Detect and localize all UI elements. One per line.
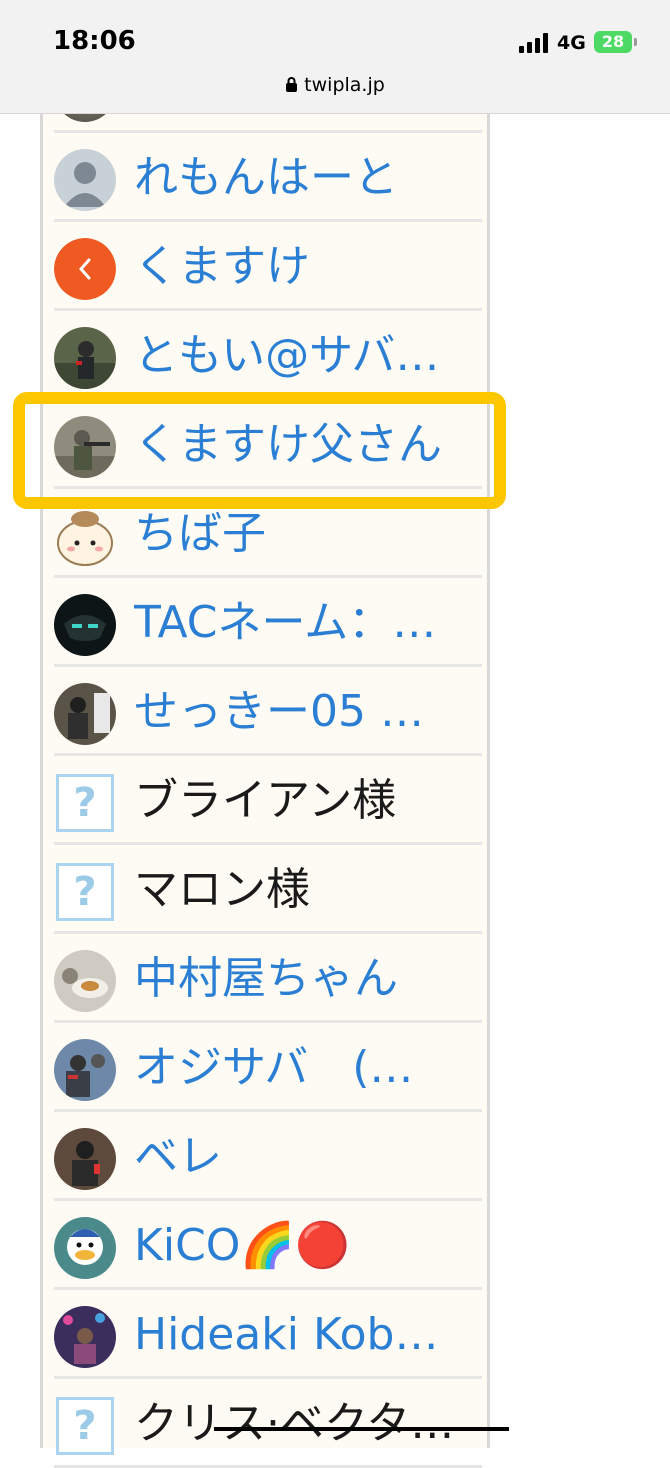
url-text: twipla.jp	[304, 74, 385, 96]
battery-icon: 28	[594, 31, 632, 53]
list-item[interactable]: KiCO🌈🔴	[54, 1201, 482, 1290]
avatar	[54, 327, 116, 389]
list-item[interactable]: Hideaki Kob…	[54, 1290, 482, 1379]
list-item[interactable]: オジサバ (…	[54, 1023, 482, 1112]
unknown-question-icon: ?	[56, 863, 114, 921]
participant-name[interactable]: 中村屋ちゃん	[134, 948, 474, 1010]
participant-name[interactable]: ともい@サバ…	[134, 325, 474, 387]
lock-icon	[286, 77, 298, 92]
avatar	[54, 950, 116, 1012]
avatar	[54, 1306, 116, 1368]
participant-name[interactable]: KiCO🌈🔴	[134, 1215, 474, 1277]
participant-name: マロン様	[134, 864, 310, 915]
participant-name: クリス·ベクタ…	[134, 1398, 455, 1449]
avatar	[54, 1128, 116, 1190]
list-item[interactable]: くますけ	[54, 222, 482, 311]
participant-name[interactable]: くますけ	[134, 236, 474, 298]
unknown-question-icon: ?	[56, 1397, 114, 1455]
list-item[interactable]: ? マロン様	[54, 845, 482, 934]
strikethrough-line	[214, 1427, 509, 1431]
url-bar[interactable]: twipla.jp	[0, 74, 670, 96]
list-item[interactable]: ? ブライアン様	[54, 756, 482, 845]
clock: 18:06	[53, 26, 136, 56]
battery-cap	[634, 38, 637, 46]
participant-name: ブライアン様	[134, 775, 397, 826]
participant-name[interactable]: TACネーム：…	[134, 592, 474, 654]
highlight-box	[13, 392, 506, 509]
participant-name[interactable]: Hideaki Kob…	[134, 1304, 474, 1366]
list-item[interactable]: せっきー05 …	[54, 667, 482, 756]
cellular-signal-icon	[519, 33, 549, 53]
avatar	[54, 594, 116, 656]
list-item[interactable]: 中村屋ちゃん	[54, 934, 482, 1023]
orange-back-arrow-icon	[54, 238, 116, 300]
avatar	[54, 683, 116, 745]
list-item[interactable]: ともい@サバ…	[54, 311, 482, 400]
participant-name[interactable]: れもんはーと	[134, 147, 474, 209]
participant-name[interactable]: ベレ	[134, 1126, 474, 1188]
list-item[interactable]: TACネーム：…	[54, 578, 482, 667]
list-item[interactable]: ベレ	[54, 1112, 482, 1201]
avatar	[54, 1039, 116, 1101]
participant-name[interactable]: せっきー05 …	[134, 681, 474, 743]
browser-status-bar: 18:06 4G 28 twipla.jp	[0, 0, 670, 114]
network-type: 4G	[557, 32, 586, 54]
list-item[interactable]: ? クリス·ベクタ…	[54, 1379, 509, 1468]
avatar	[54, 1217, 116, 1279]
list-item[interactable]: れもんはーと	[54, 133, 482, 222]
participant-name[interactable]: オジサバ (…	[134, 1037, 474, 1099]
participant-name[interactable]: ちば子	[134, 503, 474, 565]
default-user-icon	[54, 149, 116, 211]
participant-list: れもんはーと くますけ ともい@サバ… くますけ父さん ちば子 TACネーム：……	[54, 133, 509, 1468]
avatar	[54, 505, 116, 567]
unknown-question-icon: ?	[56, 774, 114, 832]
